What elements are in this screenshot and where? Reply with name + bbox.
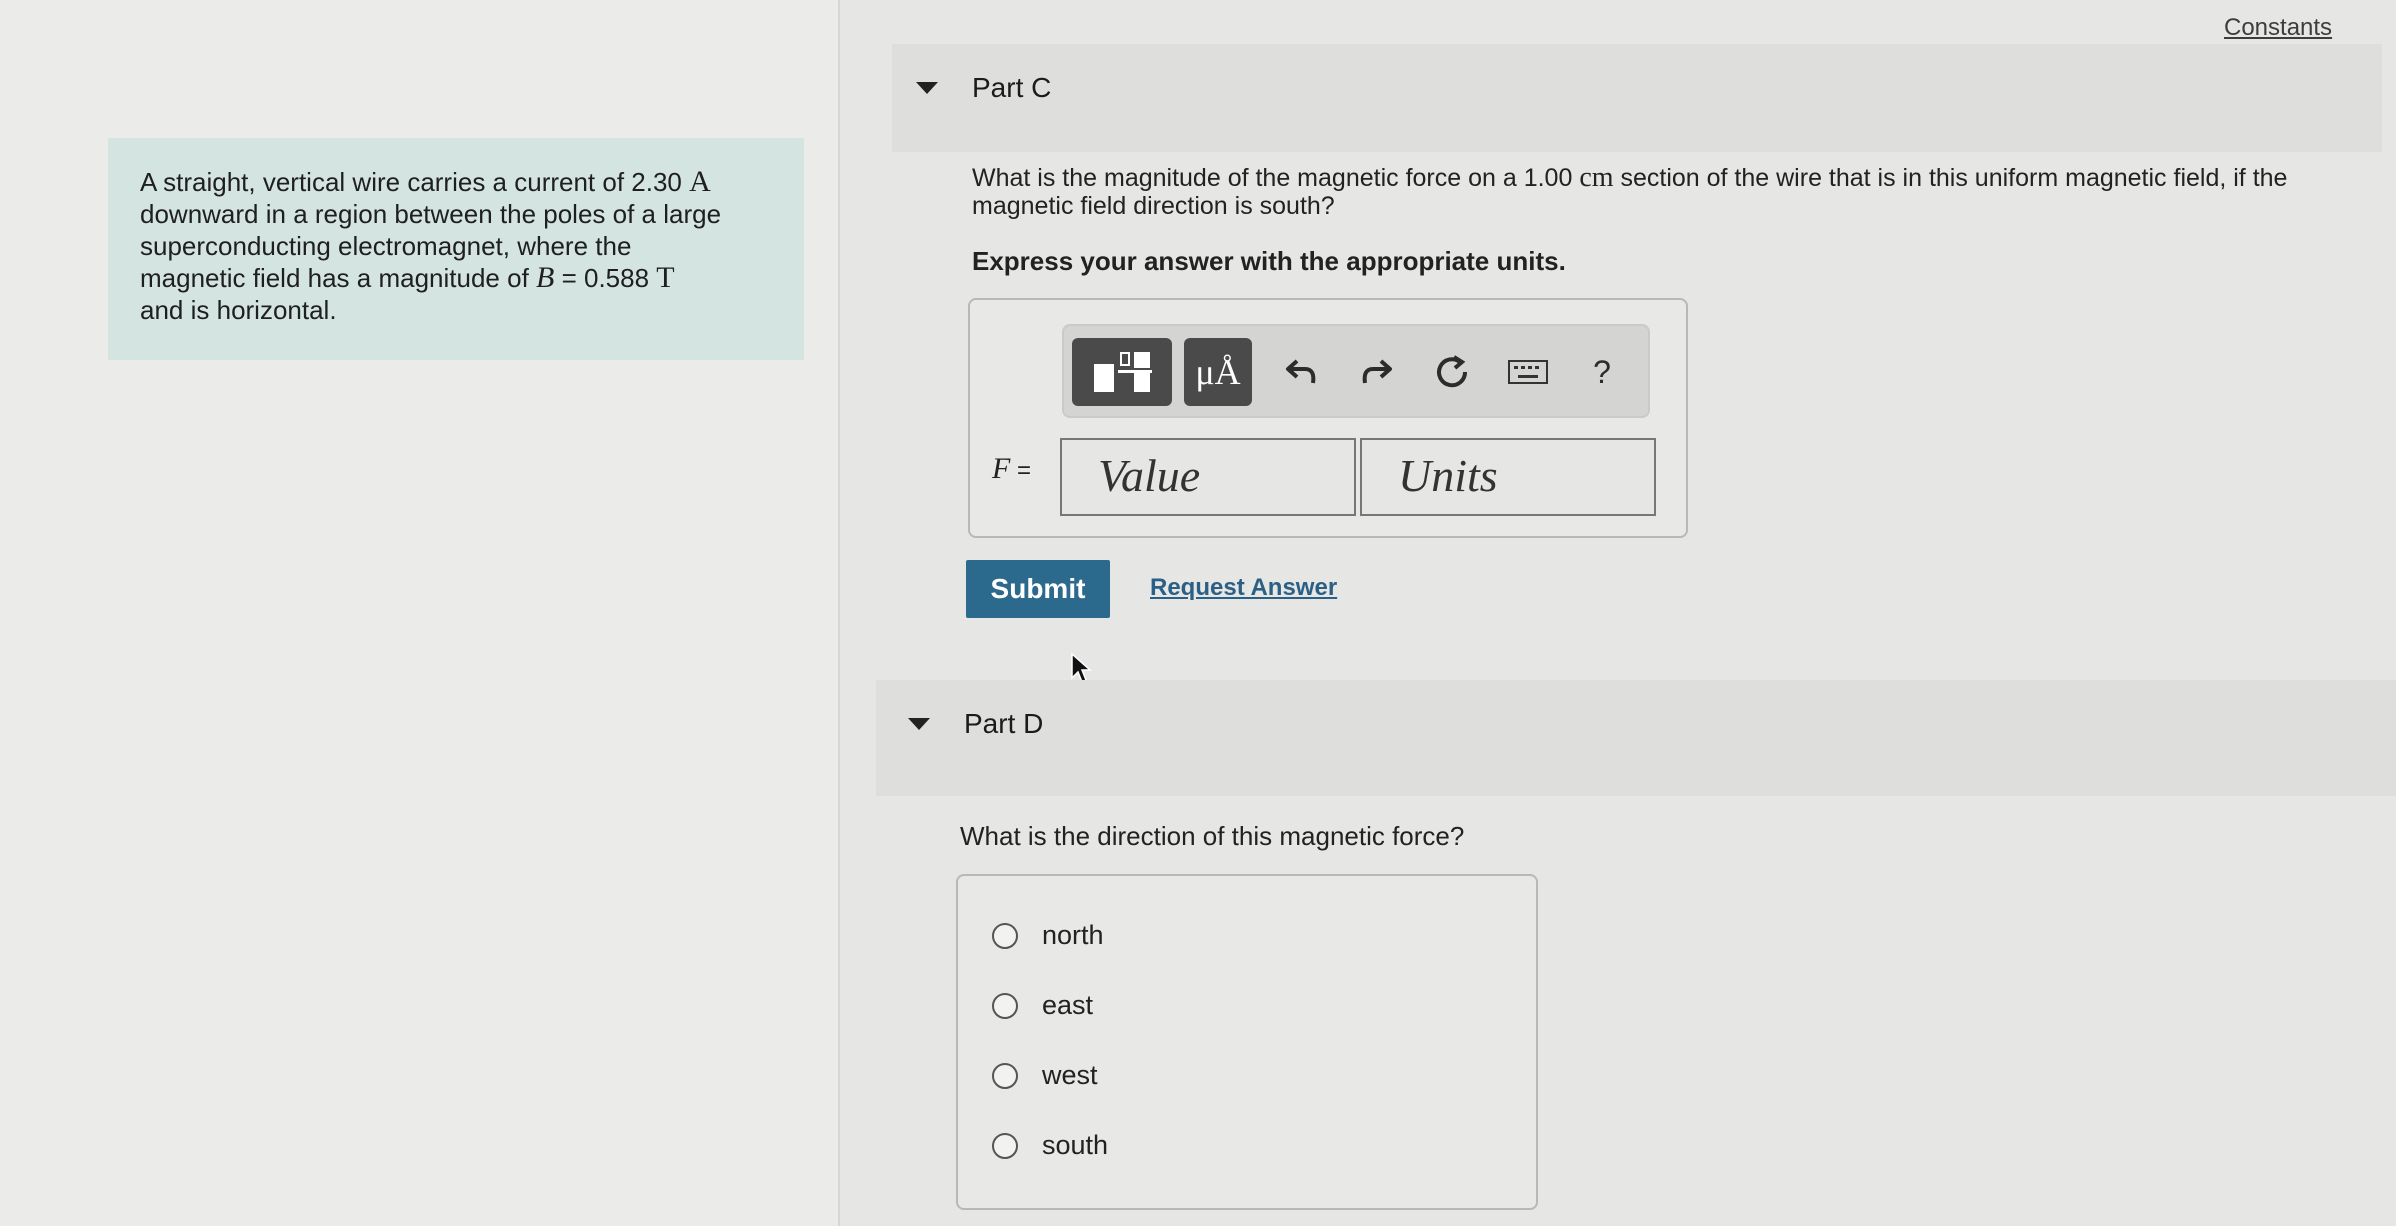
radio-button[interactable] bbox=[992, 922, 1018, 949]
intro-text: A straight, vertical wire carries a curr… bbox=[140, 167, 690, 197]
help-icon: ? bbox=[1593, 353, 1611, 390]
field-unit: T bbox=[656, 261, 675, 294]
collapse-triangle-icon[interactable] bbox=[916, 82, 938, 94]
option-north[interactable]: north bbox=[992, 920, 1104, 951]
part-c-header[interactable]: Part C bbox=[892, 44, 2382, 152]
option-label: west bbox=[1042, 1060, 1098, 1090]
part-d-question: What is the direction of this magnetic f… bbox=[960, 821, 1465, 851]
option-south[interactable]: south bbox=[992, 1130, 1108, 1161]
intro-text: and is horizontal. bbox=[140, 295, 337, 325]
keyboard-button[interactable] bbox=[1496, 338, 1560, 406]
length-unit: cm bbox=[1579, 162, 1614, 193]
templates-button[interactable] bbox=[1072, 338, 1172, 406]
force-symbol: F bbox=[992, 452, 1011, 485]
current-unit: A bbox=[689, 165, 711, 198]
collapse-triangle-icon[interactable] bbox=[908, 718, 930, 730]
intro-text: superconducting electromagnet, where the bbox=[140, 231, 632, 261]
question-text: magnetic field direction is south? bbox=[972, 192, 1335, 220]
part-c-question: What is the magnitude of the magnetic fo… bbox=[972, 162, 2288, 221]
option-label: north bbox=[1042, 920, 1104, 950]
submit-button[interactable]: Submit bbox=[966, 560, 1110, 618]
undo-button[interactable] bbox=[1272, 338, 1332, 406]
reset-icon bbox=[1437, 355, 1468, 388]
redo-icon bbox=[1362, 359, 1392, 384]
undo-icon bbox=[1286, 359, 1316, 384]
reset-button[interactable] bbox=[1422, 338, 1482, 406]
math-toolbar: μÅ ? bbox=[1062, 324, 1650, 418]
equals-sign: = bbox=[1010, 457, 1032, 484]
answer-box: μÅ ? F = Value Units bbox=[968, 298, 1688, 538]
units-input[interactable]: Units bbox=[1360, 438, 1656, 516]
value-input[interactable]: Value bbox=[1060, 438, 1356, 516]
part-d-title: Part D bbox=[964, 708, 1044, 739]
option-east[interactable]: east bbox=[992, 990, 1093, 1021]
part-c-title: Part C bbox=[972, 72, 1052, 103]
option-west[interactable]: west bbox=[992, 1060, 1098, 1091]
redo-button[interactable] bbox=[1346, 338, 1406, 406]
option-label: east bbox=[1042, 990, 1094, 1020]
field-symbol: B bbox=[536, 261, 555, 294]
help-button[interactable]: ? bbox=[1572, 338, 1632, 406]
field-value: = 0.588 bbox=[554, 263, 657, 293]
option-label: south bbox=[1042, 1130, 1109, 1160]
keyboard-icon bbox=[1508, 360, 1548, 384]
left-pane: A straight, vertical wire carries a curr… bbox=[0, 0, 840, 1226]
constants-link[interactable]: Constants bbox=[2224, 14, 2332, 42]
answer-label: F = bbox=[992, 452, 1031, 486]
units-icon: μÅ bbox=[1195, 352, 1241, 392]
question-text: section of the wire that is in this unif… bbox=[1613, 164, 2288, 192]
request-answer-link[interactable]: Request Answer bbox=[1150, 574, 1337, 602]
intro-text: downward in a region between the poles o… bbox=[140, 199, 722, 229]
radio-button[interactable] bbox=[992, 992, 1018, 1019]
instruction-text: Express your answer with the appropriate… bbox=[972, 246, 1566, 276]
intro-text: magnetic field has a magnitude of bbox=[140, 263, 537, 293]
part-d-header[interactable]: Part D bbox=[876, 680, 2396, 796]
options-box: north east west south bbox=[956, 874, 1538, 1210]
problem-intro: A straight, vertical wire carries a curr… bbox=[108, 138, 804, 360]
radio-button[interactable] bbox=[992, 1132, 1018, 1159]
question-text: What is the magnitude of the magnetic fo… bbox=[972, 164, 1580, 192]
units-button[interactable]: μÅ bbox=[1184, 338, 1252, 406]
templates-icon bbox=[1092, 350, 1152, 394]
radio-button[interactable] bbox=[992, 1062, 1018, 1089]
